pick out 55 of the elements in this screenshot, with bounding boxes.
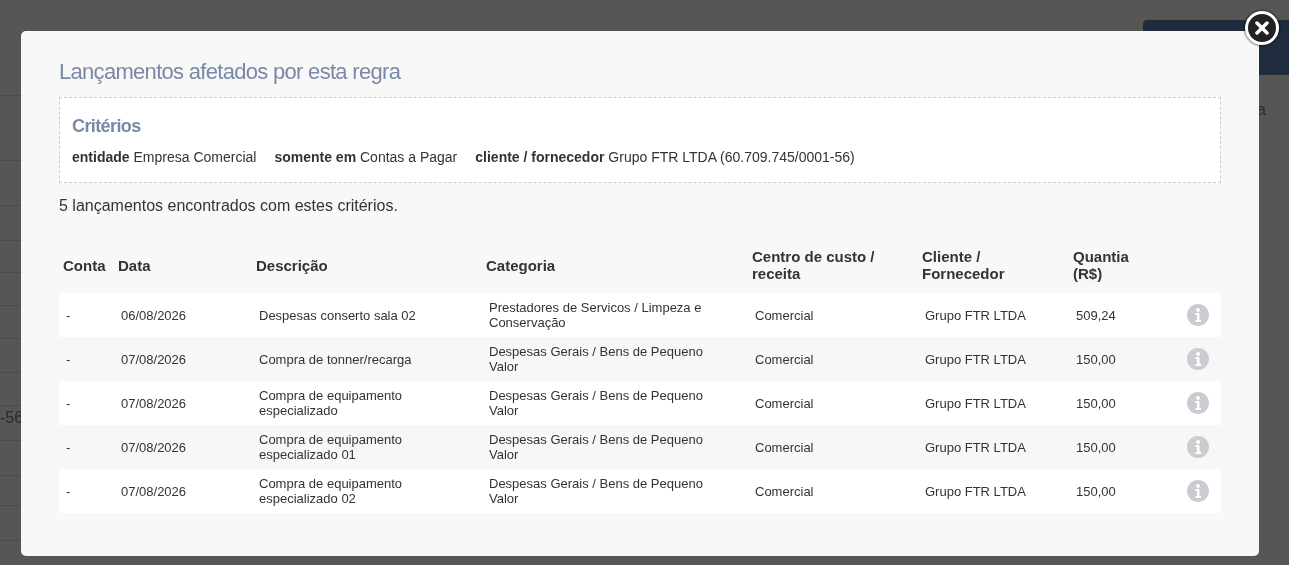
table-cell-text: 509,24 [1075, 307, 1117, 323]
column-header: Data [117, 256, 152, 274]
table-cell-text: Comercial [754, 351, 815, 367]
table-cell-text: Comercial [754, 307, 815, 323]
table-cell-text: Grupo FTR LTDA [924, 307, 1027, 323]
table-cell-text: Grupo FTR LTDA [924, 395, 1027, 411]
criteria-item: entidade Empresa Comercial [72, 149, 257, 165]
table-cell-text: Grupo FTR LTDA [924, 439, 1027, 455]
info-icon[interactable] [1186, 348, 1209, 370]
table-cell-text: Despesas Gerais / Bens de Pequeno Valor [488, 476, 704, 506]
table-cell-text: Comercial [754, 395, 815, 411]
table-cell-text: 07/08/2026 [120, 351, 188, 367]
criteria-item: cliente / fornecedor Grupo FTR LTDA (60.709.745/0001-56) [475, 149, 855, 165]
info-icon[interactable] [1186, 304, 1209, 326]
table-cell-text: 07/08/2026 [120, 395, 188, 411]
criteria-item: somente em Contas a Pagar [274, 149, 458, 165]
column-header: Descrição [255, 256, 329, 274]
table-cell-text: - [65, 483, 72, 499]
close-button[interactable] [1245, 11, 1279, 45]
modal-title: Lançamentos afetados por esta regra [59, 59, 402, 85]
table-cell-text: Compra de equipamento especializado 02 [258, 476, 404, 506]
table-cell-text: 150,00 [1075, 351, 1117, 367]
table-cell-text: Compra de equipamento especializado 01 [258, 432, 404, 462]
table-cell-text: 150,00 [1075, 395, 1117, 411]
table-cell-text: Grupo FTR LTDA [924, 483, 1027, 499]
column-header: Conta [62, 256, 107, 274]
table-cell-text: Prestadores de Servicos / Limpeza e Conservação [488, 300, 703, 330]
info-icon[interactable] [1186, 480, 1209, 502]
info-icon[interactable] [1186, 436, 1209, 458]
info-icon[interactable] [1186, 392, 1209, 414]
table-cell-text: - [65, 307, 72, 323]
table-cell-text: Despesas conserto sala 02 [258, 307, 417, 323]
close-icon [1255, 21, 1269, 35]
column-header: Quantia (R$) [1072, 248, 1130, 282]
column-header: Cliente / Fornecedor [921, 248, 1006, 282]
table-cell-text: Despesas Gerais / Bens de Pequeno Valor [488, 344, 704, 374]
table-cell-text: 150,00 [1075, 483, 1117, 499]
table-cell-text: Despesas Gerais / Bens de Pequeno Valor [488, 388, 704, 418]
table-cell-text: Grupo FTR LTDA [924, 351, 1027, 367]
column-header: Categoria [485, 256, 557, 274]
table-cell-text: Compra de tonner/recarga [258, 351, 413, 367]
table-cell-text: - [65, 351, 72, 367]
table-cell-text: 06/08/2026 [120, 307, 188, 323]
table-cell-text: 07/08/2026 [120, 439, 188, 455]
results-summary: 5 lançamentos encontrados com estes critérios. [59, 197, 399, 215]
table-cell-text: 07/08/2026 [120, 483, 188, 499]
table-cell-text: - [65, 439, 72, 455]
criteria-title: Critérios [72, 116, 142, 137]
table-cell-text: Comercial [754, 439, 815, 455]
table-cell-text: Comercial [754, 483, 815, 499]
column-header: Centro de custo / receita [751, 248, 876, 282]
table-cell-text: 150,00 [1075, 439, 1117, 455]
table-cell-text: Compra de equipamento especializado [258, 388, 404, 418]
table-cell-text: - [65, 395, 72, 411]
table-cell-text: Despesas Gerais / Bens de Pequeno Valor [488, 432, 704, 462]
